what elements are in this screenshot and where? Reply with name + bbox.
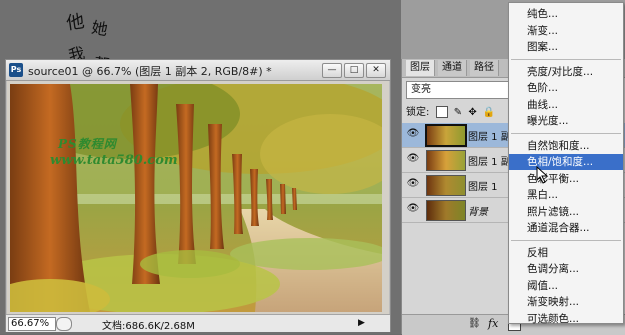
menu-item[interactable]: 渐变映射...	[509, 294, 623, 310]
zoom-field[interactable]: 66.67%	[8, 317, 56, 331]
watermark-line1: PS教程网	[58, 137, 117, 151]
lock-brush-icon[interactable]: ✎	[454, 107, 462, 118]
layer-thumbnail	[426, 200, 466, 221]
menu-item[interactable]: 纯色...	[509, 6, 623, 22]
status-info-icon[interactable]	[56, 317, 72, 331]
watermark-text: PS教程网 www.tata580.com	[50, 135, 180, 195]
menu-item[interactable]: 色彩平衡...	[509, 171, 623, 187]
lock-transparency-icon[interactable]	[435, 106, 448, 118]
menu-item[interactable]: 色阶...	[509, 80, 623, 96]
menu-item[interactable]: 图案...	[509, 39, 623, 55]
image-canvas[interactable]	[10, 84, 382, 312]
tab-paths[interactable]: 路径	[470, 60, 499, 76]
blend-mode-select[interactable]: 变亮 ▼	[406, 81, 518, 99]
menu-item[interactable]: 通道混合器...	[509, 220, 623, 236]
layer-thumbnail	[425, 124, 467, 147]
photoshop-icon: Ps	[9, 63, 23, 77]
menu-item[interactable]: 曝光度...	[509, 113, 623, 129]
lock-label: 锁定:	[406, 107, 430, 118]
eye-icon[interactable]: 👁	[405, 202, 421, 216]
menu-separator	[511, 132, 621, 134]
menu-item[interactable]: 可选颜色...	[509, 311, 623, 327]
layer-name: 图层 1	[468, 182, 498, 193]
menu-item[interactable]: 自然饱和度...	[509, 138, 623, 154]
status-bar: 66.67% 文档:686.6K/2.68M ▶	[6, 314, 390, 332]
layer-style-icon[interactable]: fx	[488, 317, 498, 330]
lock-row: 锁定: ✎ ✥ 🔒	[406, 103, 495, 118]
menu-item[interactable]: 黑白...	[509, 187, 623, 203]
minimize-button[interactable]: —	[322, 63, 342, 78]
menu-item[interactable]: 曲线...	[509, 97, 623, 113]
menu-item[interactable]: 色调分离...	[509, 261, 623, 277]
status-arrow-icon[interactable]: ▶	[358, 318, 365, 328]
menu-item[interactable]: 反相	[509, 245, 623, 261]
maximize-button[interactable]: □	[344, 63, 364, 78]
menu-item[interactable]: 阈值...	[509, 278, 623, 294]
layer-thumbnail	[426, 150, 466, 171]
menu-item[interactable]: 亮度/对比度...	[509, 64, 623, 80]
document-title: source01 @ 66.7% (图层 1 副本 2, RGB/8#) *	[28, 65, 272, 78]
menu-item[interactable]: 渐变...	[509, 23, 623, 39]
mouse-cursor-icon	[536, 166, 549, 184]
logo-char-2: 她	[90, 18, 109, 39]
document-size-info: 文档:686.6K/2.68M	[102, 321, 195, 332]
eye-icon[interactable]: 👁	[405, 152, 421, 166]
menu-item[interactable]: 色相/饱和度...	[509, 154, 623, 170]
document-titlebar[interactable]: Ps source01 @ 66.7% (图层 1 副本 2, RGB/8#) …	[6, 60, 390, 81]
layer-thumbnail	[426, 175, 466, 196]
eye-icon[interactable]: 👁	[405, 177, 421, 191]
menu-item[interactable]: 照片滤镜...	[509, 204, 623, 220]
document-window[interactable]: Ps source01 @ 66.7% (图层 1 副本 2, RGB/8#) …	[5, 59, 391, 332]
tab-layers[interactable]: 图层	[406, 60, 435, 76]
adjustment-layer-menu: 纯色... 渐变... 图案... 亮度/对比度... 色阶... 曲线... 曝光度...…	[508, 2, 624, 327]
blend-mode-value: 变亮	[411, 84, 431, 95]
tab-channels[interactable]: 通道	[438, 60, 467, 76]
close-button[interactable]: ✕	[366, 63, 386, 78]
logo-char-1: 他	[65, 11, 86, 34]
link-layers-icon[interactable]: ⛓	[468, 318, 481, 329]
eye-icon[interactable]: 👁	[405, 127, 421, 141]
lock-move-icon[interactable]: ✥	[468, 107, 476, 118]
watermark-line2: www.tata580.com	[50, 153, 178, 168]
menu-separator	[511, 239, 621, 241]
lock-all-icon[interactable]: 🔒	[483, 107, 495, 118]
menu-separator	[511, 58, 621, 60]
layer-name: 背景	[468, 207, 488, 218]
